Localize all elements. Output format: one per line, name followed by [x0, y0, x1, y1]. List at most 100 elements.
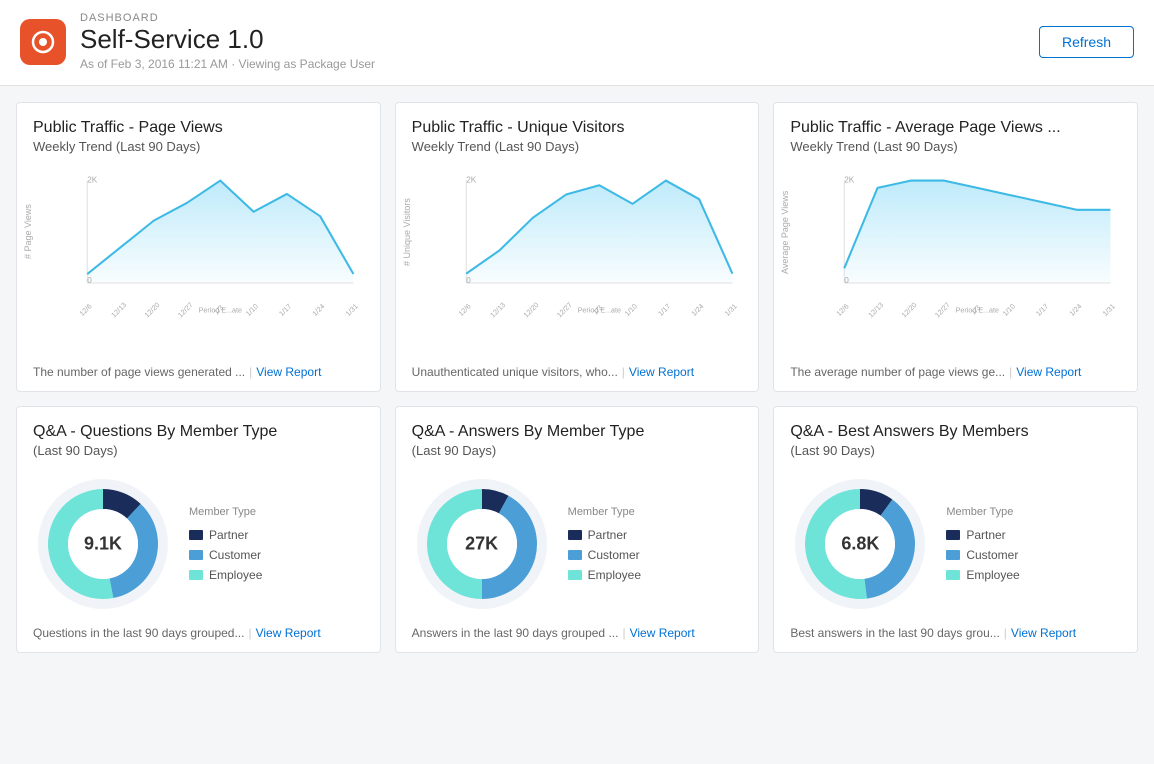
view-report-link[interactable]: View Report [630, 626, 695, 640]
donut-section: 6.8K Member Type Partner Customer Employ… [790, 466, 1121, 622]
legend-label: Employee [588, 568, 641, 582]
donut-center-value: 9.1K [84, 534, 122, 555]
donut-wrapper: 27K [412, 474, 552, 614]
donut-wrapper: 6.8K [790, 474, 930, 614]
card-pageviews: Public Traffic - Page Views Weekly Trend… [16, 102, 381, 392]
card-footer: The number of page views generated ... |… [33, 365, 364, 379]
card-subtitle: (Last 90 Days) [412, 443, 743, 458]
line-chart-svg: 12/612/1312/2012/271/31/101/171/241/31 2… [834, 162, 1121, 322]
svg-text:1/17: 1/17 [278, 303, 294, 319]
line-chart-outer: # Page Views 12/612/1312/2012/271/31/101… [33, 162, 364, 357]
footer-separator: | [1009, 365, 1012, 379]
legend-swatch [946, 550, 960, 560]
svg-text:12/13: 12/13 [867, 301, 885, 319]
app-logo [20, 19, 66, 65]
donut-legend: Member Type Partner Customer Employee [946, 506, 1019, 582]
header-left: DASHBOARD Self-Service 1.0 As of Feb 3, … [20, 12, 375, 71]
legend-title: Member Type [946, 506, 1019, 518]
svg-text:0: 0 [466, 276, 471, 285]
svg-text:12/27: 12/27 [176, 301, 194, 319]
footer-text: Answers in the last 90 days grouped ... [412, 626, 619, 640]
dashboard-label: DASHBOARD [80, 12, 375, 24]
legend-swatch [946, 570, 960, 580]
footer-separator: | [249, 365, 252, 379]
card-subtitle: Weekly Trend (Last 90 Days) [33, 139, 364, 154]
view-report-link[interactable]: View Report [1011, 626, 1076, 640]
y-axis-label: # Page Views [23, 172, 33, 292]
svg-text:1/24: 1/24 [311, 303, 327, 319]
card-subtitle: (Last 90 Days) [790, 443, 1121, 458]
card-footer: Best answers in the last 90 days grou...… [790, 626, 1121, 640]
footer-text: Unauthenticated unique visitors, who... [412, 365, 618, 379]
card-title: Public Traffic - Average Page Views ... [790, 119, 1121, 137]
svg-text:0: 0 [845, 276, 850, 285]
card-title: Public Traffic - Page Views [33, 119, 364, 137]
refresh-button[interactable]: Refresh [1039, 26, 1134, 58]
legend-swatch [189, 550, 203, 560]
footer-text: The average number of page views ge... [790, 365, 1005, 379]
legend-swatch [189, 570, 203, 580]
dashboard-meta: As of Feb 3, 2016 11:21 AM · Viewing as … [80, 57, 375, 71]
donut-center-value: 27K [465, 534, 498, 555]
card-footer: Unauthenticated unique visitors, who... … [412, 365, 743, 379]
footer-separator: | [1004, 626, 1007, 640]
footer-separator: | [248, 626, 251, 640]
card-title: Q&A - Questions By Member Type [33, 423, 364, 441]
svg-text:12/27: 12/27 [934, 301, 952, 319]
legend-label: Partner [966, 528, 1005, 542]
svg-text:12/20: 12/20 [901, 301, 919, 319]
legend-label: Customer [209, 548, 261, 562]
svg-text:1/24: 1/24 [690, 303, 706, 319]
svg-text:12/13: 12/13 [489, 301, 507, 319]
line-chart-svg: 12/612/1312/2012/271/31/101/171/241/31 2… [456, 162, 743, 322]
card-unique_visitors: Public Traffic - Unique Visitors Weekly … [395, 102, 760, 392]
dashboard-title: Self-Service 1.0 [80, 24, 375, 55]
svg-text:1/31: 1/31 [723, 303, 739, 319]
svg-text:1/10: 1/10 [244, 303, 260, 319]
svg-text:1/10: 1/10 [623, 303, 639, 319]
legend-item: Customer [946, 548, 1019, 562]
footer-text: The number of page views generated ... [33, 365, 245, 379]
svg-text:1/24: 1/24 [1068, 303, 1084, 319]
card-title: Public Traffic - Unique Visitors [412, 119, 743, 137]
footer-text: Best answers in the last 90 days grou... [790, 626, 999, 640]
view-report-link[interactable]: View Report [1016, 365, 1081, 379]
legend-label: Employee [966, 568, 1019, 582]
legend-swatch [189, 530, 203, 540]
svg-text:12/6: 12/6 [78, 303, 94, 319]
card-footer: Answers in the last 90 days grouped ... … [412, 626, 743, 640]
y-axis-label: # Unique Visitors [402, 172, 412, 292]
svg-text:1/10: 1/10 [1002, 303, 1018, 319]
svg-text:0: 0 [87, 276, 92, 285]
svg-text:2K: 2K [466, 176, 477, 185]
view-report-link[interactable]: View Report [256, 365, 321, 379]
card-subtitle: (Last 90 Days) [33, 443, 364, 458]
view-report-link[interactable]: View Report [629, 365, 694, 379]
svg-text:12/13: 12/13 [110, 301, 128, 319]
svg-text:1/17: 1/17 [656, 303, 672, 319]
view-report-link[interactable]: View Report [256, 626, 321, 640]
card-qa_answers: Q&A - Answers By Member Type (Last 90 Da… [395, 406, 760, 653]
footer-text: Questions in the last 90 days grouped... [33, 626, 244, 640]
legend-item: Partner [189, 528, 262, 542]
card-subtitle: Weekly Trend (Last 90 Days) [412, 139, 743, 154]
svg-text:1/17: 1/17 [1035, 303, 1051, 319]
svg-text:12/20: 12/20 [522, 301, 540, 319]
legend-item: Employee [568, 568, 641, 582]
donut-legend: Member Type Partner Customer Employee [189, 506, 262, 582]
card-qa_questions: Q&A - Questions By Member Type (Last 90 … [16, 406, 381, 653]
svg-text:Period E...ate: Period E...ate [956, 307, 999, 315]
footer-separator: | [622, 365, 625, 379]
card-title: Q&A - Answers By Member Type [412, 423, 743, 441]
legend-swatch [568, 570, 582, 580]
y-axis-label: Average Page Views [780, 172, 790, 292]
svg-text:12/6: 12/6 [457, 303, 473, 319]
legend-title: Member Type [568, 506, 641, 518]
line-chart-outer: # Unique Visitors 12/612/1312/2012/271/3… [412, 162, 743, 357]
card-footer: The average number of page views ge... |… [790, 365, 1121, 379]
svg-text:12/6: 12/6 [835, 303, 851, 319]
card-footer: Questions in the last 90 days grouped...… [33, 626, 364, 640]
svg-text:2K: 2K [87, 176, 98, 185]
card-avg_pageviews: Public Traffic - Average Page Views ... … [773, 102, 1138, 392]
legend-label: Customer [588, 548, 640, 562]
